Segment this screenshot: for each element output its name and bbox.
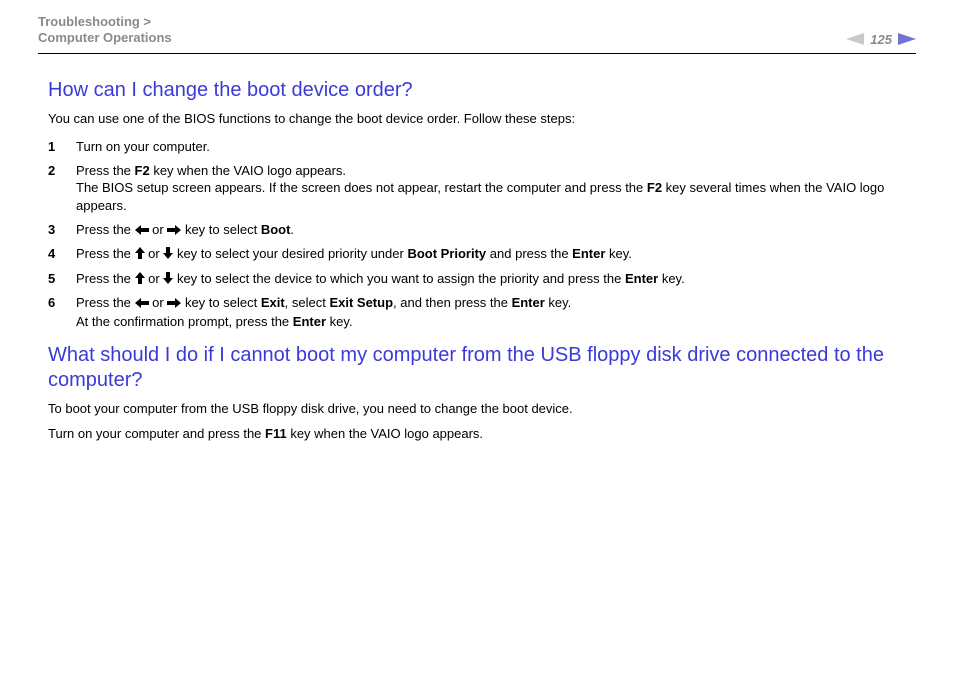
step-text: Press the (76, 163, 135, 178)
page-header: Troubleshooting > Computer Operations 12… (0, 0, 954, 51)
step-text: key. (605, 246, 632, 261)
menu-label: Exit Setup (329, 295, 393, 310)
step-text: key to select (181, 295, 260, 310)
step-text: At the confirmation prompt, press the (76, 314, 293, 329)
step-text: key to select your desired priority unde… (173, 246, 407, 261)
step-text: key. (545, 295, 572, 310)
key-label: F11 (265, 426, 287, 441)
step-text: and press the (486, 246, 572, 261)
step-text: key to select (181, 222, 260, 237)
section-heading-2: What should I do if I cannot boot my com… (48, 343, 916, 393)
menu-label: Boot (261, 222, 291, 237)
up-arrow-icon (135, 246, 145, 264)
step-text: key when the VAIO logo appears. (150, 163, 346, 178)
prev-page-icon[interactable] (846, 32, 864, 46)
step-item: Turn on your computer. (48, 135, 916, 159)
step-text: Press the (76, 271, 135, 286)
page-number: 125 (870, 32, 892, 47)
step-text: key. (658, 271, 685, 286)
key-label: F2 (647, 180, 662, 195)
step-text: key. (326, 314, 353, 329)
p2-text: Turn on your computer and press the (48, 426, 265, 441)
next-page-icon[interactable] (898, 32, 916, 46)
step-text: Press the (76, 295, 135, 310)
step-item: Press the or key to select your desired … (48, 242, 916, 267)
p2-text: key when the VAIO logo appears. (287, 426, 483, 441)
step-text: , and then press the (393, 295, 512, 310)
key-label: Enter (512, 295, 545, 310)
breadcrumb: Troubleshooting > Computer Operations (38, 14, 172, 47)
step-text: Turn on your computer. (76, 139, 210, 154)
menu-label: Boot Priority (407, 246, 486, 261)
step-item: Press the or key to select Exit, select … (48, 291, 916, 333)
step-item: Press the or key to select the device to… (48, 267, 916, 292)
content-area: How can I change the boot device order? … (0, 54, 954, 444)
key-label: Enter (293, 314, 326, 329)
menu-label: Exit (261, 295, 285, 310)
step-text: or (149, 222, 168, 237)
right-arrow-icon (167, 222, 181, 240)
up-arrow-icon (135, 271, 145, 289)
section2-p2: Turn on your computer and press the F11 … (48, 426, 916, 443)
section-heading-1: How can I change the boot device order? (48, 78, 916, 103)
step-text: or (145, 271, 164, 286)
key-label: F2 (135, 163, 150, 178)
step-text: Press the (76, 246, 135, 261)
step-text: or (149, 295, 168, 310)
right-arrow-icon (167, 295, 181, 313)
down-arrow-icon (163, 246, 173, 264)
step-text: key to select the device to which you wa… (173, 271, 625, 286)
key-label: Enter (572, 246, 605, 261)
down-arrow-icon (163, 271, 173, 289)
left-arrow-icon (135, 222, 149, 240)
pager: 125 (846, 32, 916, 47)
step-item: Press the F2 key when the VAIO logo appe… (48, 159, 916, 218)
section2-p1: To boot your computer from the USB flopp… (48, 401, 916, 418)
breadcrumb-line-1: Troubleshooting > (38, 14, 151, 29)
step-text: The BIOS setup screen appears. If the sc… (76, 180, 647, 195)
steps-list: Turn on your computer. Press the F2 key … (48, 135, 916, 333)
breadcrumb-line-2: Computer Operations (38, 30, 172, 45)
step-text: or (145, 246, 164, 261)
section1-intro: You can use one of the BIOS functions to… (48, 111, 916, 128)
left-arrow-icon (135, 295, 149, 313)
manual-page: Troubleshooting > Computer Operations 12… (0, 0, 954, 674)
step-item: Press the or key to select Boot. (48, 218, 916, 243)
step-text: . (290, 222, 294, 237)
key-label: Enter (625, 271, 658, 286)
step-text: , select (285, 295, 330, 310)
step-text: Press the (76, 222, 135, 237)
